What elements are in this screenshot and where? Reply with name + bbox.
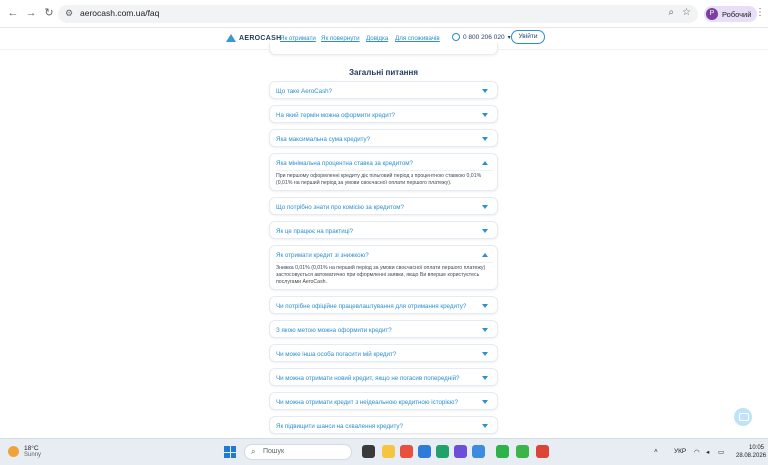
faq-question[interactable]: Чи потрібне офіційне працевлаштування дл…	[276, 303, 476, 310]
phone-icon	[452, 33, 460, 41]
chrome-icon[interactable]	[536, 445, 549, 458]
faq-item[interactable]: З якою метою можна оформити кредит?	[269, 320, 498, 338]
faq-question[interactable]: На який термін можна оформити кредит?	[276, 112, 476, 119]
weather-temp: 18°C	[24, 445, 39, 452]
divider	[276, 262, 493, 263]
divider	[276, 170, 493, 171]
page-viewport: AEROCASH Як отримати Як повернути Довідк…	[0, 28, 768, 438]
faq-question[interactable]: Чи можна отримати кредит з неідеальною к…	[276, 399, 476, 406]
app-icon[interactable]	[400, 445, 413, 458]
chevron-down-icon[interactable]	[482, 89, 488, 93]
start-icon[interactable]	[224, 446, 236, 458]
clock-time: 10:05	[748, 445, 764, 451]
login-button[interactable]: Увійти	[511, 30, 545, 44]
chevron-down-icon[interactable]	[482, 376, 488, 380]
faq-question[interactable]: Яка максимальна сума кредиту?	[276, 136, 476, 143]
address-bar[interactable]: ⚙ aerocash.com.ua/faq ⌕ ☆	[58, 5, 698, 23]
faq-question[interactable]: Чи можна отримати новий кредит, якщо не …	[276, 375, 476, 382]
sun-icon	[8, 446, 19, 457]
weather-widget[interactable]: 18°C Sunny	[8, 445, 41, 458]
chevron-up-icon[interactable]	[482, 253, 488, 257]
profile-label: Робочий	[722, 9, 752, 19]
clock[interactable]: 10:05 28.08.2026	[736, 444, 767, 460]
taskbar: 18°C Sunny ⌕ Пошук ˄ УКР ◠ ◂ ▭ 10:05 28.…	[0, 438, 768, 465]
logo-text: AEROCASH	[239, 34, 282, 42]
chevron-down-icon[interactable]	[482, 424, 488, 428]
faq-item[interactable]: Що потрібно знати про комісію за кредито…	[269, 197, 498, 215]
faq-question[interactable]: Що потрібно знати про комісію за кредито…	[276, 204, 476, 211]
faq-item[interactable]: Як отримати кредит зі знижкою? Знижка 0,0…	[269, 245, 498, 290]
faq-item[interactable]: Яка мінімальна процентна ставка за креди…	[269, 153, 498, 191]
edge-icon[interactable]	[436, 445, 449, 458]
torrent-icon[interactable]	[516, 445, 529, 458]
chevron-down-icon[interactable]	[482, 400, 488, 404]
search-label: Пошук	[263, 448, 285, 455]
task-view-icon[interactable]	[362, 445, 375, 458]
chevron-down-icon[interactable]	[482, 205, 488, 209]
faq-question[interactable]: Як це працює на практиці?	[276, 228, 476, 235]
faq-item[interactable]: Як підвищити шанси на схвалення кредиту?	[269, 416, 498, 434]
faq-item-partial[interactable]	[269, 43, 498, 55]
faq-item[interactable]: Чи може інша особа погасити мій кредит?	[269, 344, 498, 362]
wifi-icon[interactable]: ◠	[694, 448, 700, 456]
section-title: Загальні питання	[349, 68, 418, 77]
avatar: Р	[706, 8, 718, 20]
chevron-down-icon[interactable]	[482, 113, 488, 117]
faq-item[interactable]: Чи можна отримати новий кредит, якщо не …	[269, 368, 498, 386]
faq-question[interactable]: Як отримати кредит зі знижкою?	[276, 252, 476, 259]
chevron-down-icon[interactable]	[482, 229, 488, 233]
site-info-icon[interactable]: ⚙	[65, 8, 73, 19]
chevron-up-icon[interactable]	[482, 161, 488, 165]
faq-item[interactable]: Як це працює на практиці?	[269, 221, 498, 239]
back-icon[interactable]: ←	[6, 6, 20, 20]
faq-item[interactable]: Чи потрібне офіційне працевлаштування дл…	[269, 296, 498, 314]
faq-answer: При першому оформленні кредиту діє пільг…	[276, 173, 482, 186]
bookmark-star-icon[interactable]: ☆	[682, 7, 691, 18]
profile-button[interactable]: Р Робочий	[704, 6, 758, 22]
phone-contact[interactable]: 0 800 206 020 ▾	[452, 33, 511, 41]
nav-link-help[interactable]: Довідка	[366, 35, 388, 42]
store-icon[interactable]	[418, 445, 431, 458]
faq-item[interactable]: Що таке AeroCash?	[269, 81, 498, 99]
logo-icon	[226, 33, 236, 43]
browser-toolbar: ← → ↻ ⚙ aerocash.com.ua/faq ⌕ ☆ Р Робочи…	[0, 0, 768, 28]
language-indicator[interactable]: УКР	[674, 448, 686, 455]
battery-icon[interactable]: ▭	[718, 448, 724, 456]
phone-number: 0 800 206 020	[463, 33, 505, 41]
nav-link-how-to-repay[interactable]: Як повернути	[321, 35, 360, 42]
reload-icon[interactable]: ↻	[42, 6, 56, 20]
messenger-icon[interactable]	[496, 445, 509, 458]
clock-date: 28.08.2026	[736, 453, 767, 459]
faq-item[interactable]: На який термін можна оформити кредит?	[269, 105, 498, 123]
taskbar-search[interactable]: ⌕ Пошук	[244, 444, 352, 460]
volume-icon[interactable]: ◂	[706, 448, 709, 456]
faq-question[interactable]: Чи може інша особа погасити мій кредит?	[276, 351, 476, 358]
weather-desc: Sunny	[24, 452, 42, 458]
file-explorer-icon[interactable]	[382, 445, 395, 458]
url-text[interactable]: aerocash.com.ua/faq	[80, 8, 159, 18]
faq-question[interactable]: Як підвищити шанси на схвалення кредиту?	[276, 423, 476, 430]
zoom-icon[interactable]: ⌕	[668, 7, 674, 18]
site-logo[interactable]: AEROCASH	[226, 33, 281, 43]
faq-question[interactable]: Яка мінімальна процентна ставка за креди…	[276, 160, 476, 167]
nav-link-how-to-get[interactable]: Як отримати	[280, 35, 316, 42]
menu-icon[interactable]: ⋮	[755, 7, 765, 18]
search-icon: ⌕	[251, 447, 256, 456]
chevron-down-icon[interactable]	[482, 137, 488, 141]
faq-question[interactable]: Що таке AeroCash?	[276, 88, 476, 95]
nav-link-consumers[interactable]: Для споживачів	[395, 35, 440, 42]
chevron-down-icon[interactable]	[482, 328, 488, 332]
faq-question[interactable]: З якою метою можна оформити кредит?	[276, 327, 476, 334]
tray-chevron-icon[interactable]: ˄	[654, 448, 658, 455]
faq-item[interactable]: Чи можна отримати кредит з неідеальною к…	[269, 392, 498, 410]
chevron-down-icon[interactable]	[482, 304, 488, 308]
chat-button[interactable]	[734, 408, 752, 426]
faq-answer: Знижка 0,01% (0,01% на перший період за …	[276, 265, 486, 285]
faq-item[interactable]: Яка максимальна сума кредиту?	[269, 129, 498, 147]
forward-icon[interactable]: →	[24, 6, 38, 20]
chevron-down-icon[interactable]	[482, 352, 488, 356]
teams-icon[interactable]	[454, 445, 467, 458]
copilot-icon[interactable]	[472, 445, 485, 458]
